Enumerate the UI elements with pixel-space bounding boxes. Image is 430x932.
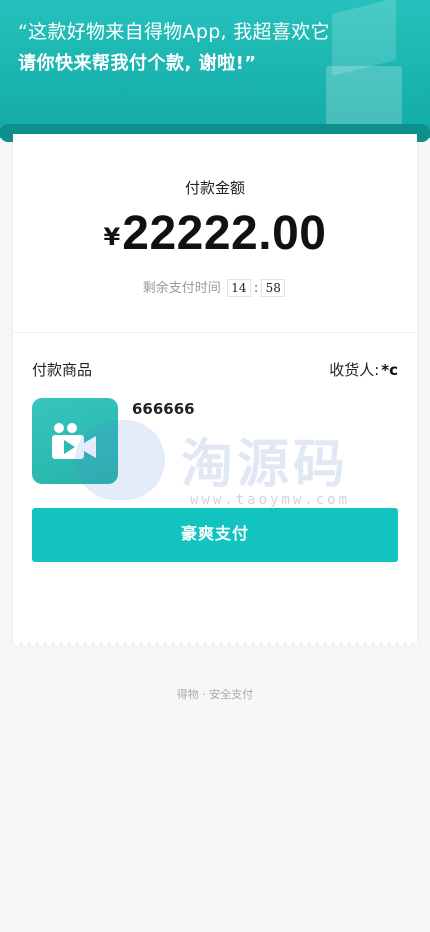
timer-label: 剩余支付时间 <box>142 281 221 296</box>
divider <box>13 332 417 333</box>
goods-name: 666666 <box>132 400 195 418</box>
footer-text: 得物 · 安全支付 <box>176 688 254 701</box>
payment-card: 付款金额 ¥22222.00 剩余支付时间 14:58 付款商品 收货人: *c … <box>13 134 417 648</box>
goods-section-label: 付款商品 <box>32 361 93 379</box>
share-quote-line1: “这款好物来自得物App, 我超喜欢它 <box>18 21 330 43</box>
watermark-url: www.taoymw.com <box>190 492 351 508</box>
currency-symbol: ¥ <box>103 223 121 251</box>
video-camera-icon <box>52 423 96 459</box>
timer-seconds: 58 <box>261 279 286 297</box>
watermark-text: 淘源码 <box>181 435 350 495</box>
receiver-info: 收货人: *c <box>329 359 398 380</box>
amount-label: 付款金额 <box>184 179 245 197</box>
receiver-value: *c <box>381 361 398 379</box>
promo-header: “这款好物来自得物App, 我超喜欢它 请你快来帮我付个款, 谢啦!” <box>0 0 430 138</box>
amount-display: ¥22222.00 <box>13 206 417 261</box>
watermark: 淘源码 www.taoymw.com <box>75 416 405 516</box>
goods-thumbnail <box>32 398 118 484</box>
share-quote-line2: 请你快来帮我付个款, 谢啦!” <box>18 53 257 74</box>
timer-separator: : <box>253 281 259 296</box>
amount-value: 22222.00 <box>122 207 327 260</box>
wallet-decoration-icon <box>326 66 402 128</box>
timer-minutes: 14 <box>226 279 251 297</box>
countdown-timer: 剩余支付时间 14:58 <box>13 277 417 297</box>
receiver-label: 收货人: <box>329 361 380 379</box>
header-decoration <box>332 0 396 76</box>
pay-button[interactable]: 豪爽支付 <box>32 508 398 562</box>
